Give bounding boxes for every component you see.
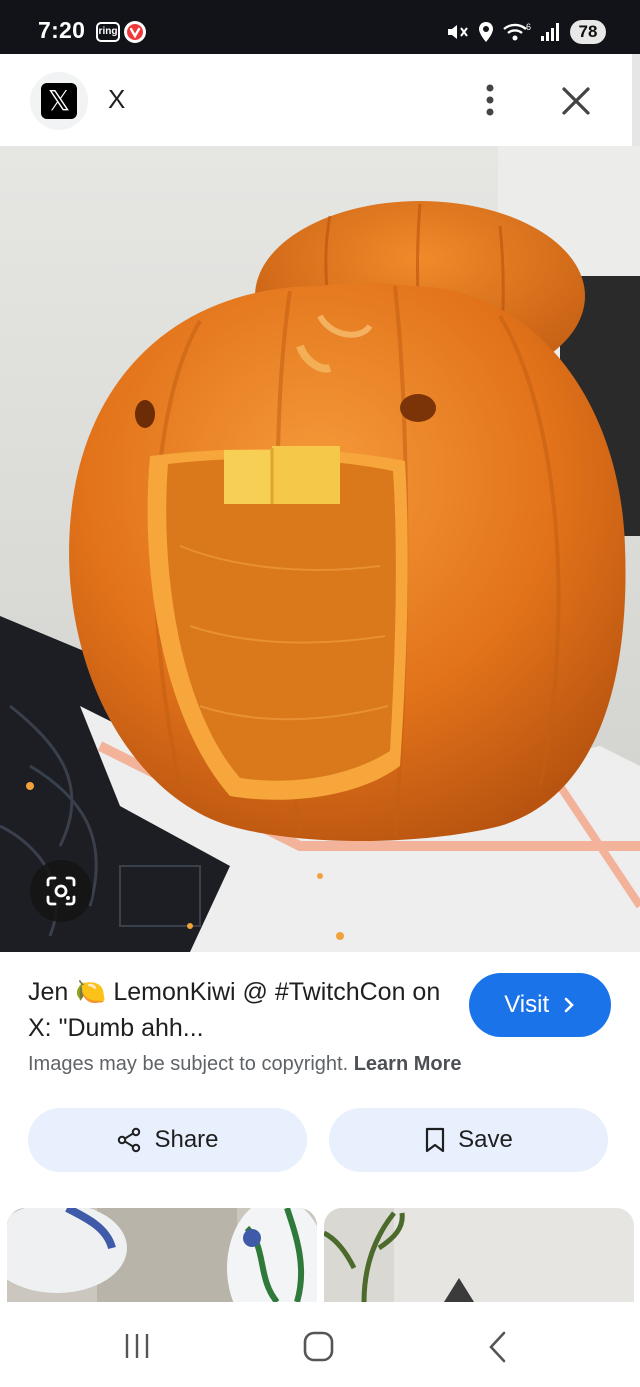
learn-more-link[interactable]: Learn More [354,1053,462,1075]
related-images [0,1208,640,1302]
more-options-button[interactable] [470,80,510,120]
home-icon[interactable] [302,1330,336,1364]
related-image-2[interactable] [324,1208,634,1302]
mute-vibrate-icon [448,25,468,39]
copyright-text: Images may be subject to copyright. [28,1053,349,1075]
x-logo-icon: 𝕏 [41,83,77,119]
save-button[interactable]: Save [329,1108,608,1172]
viewer-header: 𝕏 X [0,54,640,146]
source-name[interactable]: X [108,84,125,115]
bookmark-icon [426,1127,445,1153]
result-title[interactable]: Jen 🍋 LemonKiwi @ #TwitchCon on X: "Dumb… [28,974,458,1046]
location-icon [479,22,493,42]
related-image-1-photo [7,1208,317,1302]
copyright-notice: Images may be subject to copyright. Lear… [28,1053,462,1076]
close-icon [562,87,590,115]
svg-text:6: 6 [526,22,531,32]
system-nav-bar [0,1302,640,1387]
visit-label: Visit [504,991,550,1018]
related-image-2-photo [324,1208,634,1302]
result-image[interactable] [0,146,640,952]
share-icon [118,1127,141,1153]
pumpkin-photo [0,146,640,952]
share-label: Share [154,1126,219,1153]
vivaldi-icon [124,21,146,43]
recents-icon[interactable] [118,1330,158,1362]
status-time: 7:20 [38,17,86,43]
signal-icon [541,23,559,41]
share-button[interactable]: Share [28,1108,307,1172]
ring-icon: ring [96,22,120,42]
visit-button[interactable]: Visit [469,973,611,1037]
lens-icon [46,876,76,906]
chevron-right-icon [564,997,574,1013]
more-vert-icon [486,84,494,116]
lens-search-button[interactable] [30,860,92,922]
related-image-1[interactable] [7,1208,317,1302]
battery-indicator: 78 [570,20,606,44]
wifi-6-icon: 6 [503,22,531,41]
source-logo[interactable]: 𝕏 [30,72,88,130]
status-icons: 6 78 [446,18,606,46]
save-label: Save [458,1126,513,1153]
back-icon[interactable] [484,1330,512,1364]
close-button[interactable] [555,80,597,122]
status-bar: 7:20 ring 6 78 [0,0,640,54]
